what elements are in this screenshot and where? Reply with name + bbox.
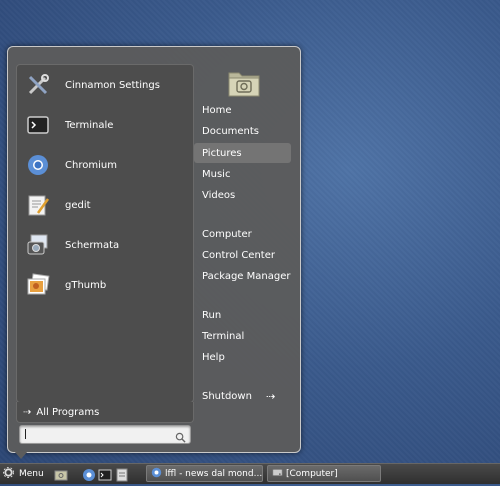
image-viewer-icon	[25, 272, 51, 298]
place-label: Documents	[202, 125, 260, 137]
taskbar-window-browser[interactable]: lffl - news dal mond...	[146, 465, 263, 482]
window-title: lffl - news dal mond...	[165, 468, 263, 479]
shutdown-label: Shutdown	[202, 390, 252, 402]
terminal-icon	[25, 112, 51, 138]
arrow-right-icon: ⇢	[23, 406, 32, 418]
app-schermata[interactable]: Schermata	[25, 228, 191, 262]
shutdown-button[interactable]: Shutdown ⇢	[194, 386, 291, 406]
action-run[interactable]: Run	[194, 305, 291, 325]
place-music[interactable]: Music	[194, 164, 291, 184]
favorites-pane: Cinnamon Settings Terminale Chromium ged…	[16, 64, 194, 403]
place-label: Videos	[202, 189, 236, 201]
app-label: Schermata	[65, 239, 120, 251]
search-icon	[175, 428, 186, 447]
arrow-right-icon: ⇢	[265, 389, 276, 403]
document-viewer-icon[interactable]	[115, 467, 129, 482]
app-chromium[interactable]: Chromium	[25, 148, 191, 182]
app-label: Cinnamon Settings	[65, 79, 160, 91]
text-cursor	[25, 429, 26, 439]
folder-camera-icon[interactable]	[54, 467, 68, 481]
place-home[interactable]: Home	[194, 100, 291, 120]
app-cinnamon-settings[interactable]: Cinnamon Settings	[25, 68, 191, 102]
place-label: Home	[202, 104, 232, 116]
drive-icon	[272, 467, 283, 481]
app-label: Chromium	[65, 159, 117, 171]
action-terminal[interactable]: Terminal	[194, 326, 291, 346]
place-pictures[interactable]: Pictures	[194, 143, 291, 163]
search-input[interactable]	[19, 425, 191, 444]
app-gthumb[interactable]: gThumb	[25, 268, 191, 302]
menu-label: Menu	[19, 469, 44, 479]
app-gedit[interactable]: gedit	[25, 188, 191, 222]
action-label: Help	[202, 351, 225, 363]
pictures-folder-icon	[227, 68, 261, 102]
app-label: gedit	[65, 199, 91, 211]
system-label: Computer	[202, 228, 252, 240]
taskbar-window-computer[interactable]: [Computer]	[267, 465, 381, 482]
action-label: Run	[202, 309, 222, 321]
menu-button[interactable]: Menu	[3, 466, 44, 482]
action-help[interactable]: Help	[194, 347, 291, 367]
system-label: Package Manager	[202, 270, 291, 282]
place-videos[interactable]: Videos	[194, 185, 291, 205]
action-label: Terminal	[202, 330, 245, 342]
taskbar: Menu lffl - news dal mond... [Computer]	[0, 463, 500, 484]
place-label: Pictures	[202, 147, 242, 159]
place-documents[interactable]: Documents	[194, 121, 291, 141]
app-terminale[interactable]: Terminale	[25, 108, 191, 142]
chromium-icon	[151, 467, 162, 481]
all-programs-label: All Programs	[36, 406, 100, 418]
place-label: Music	[202, 168, 231, 180]
system-label: Control Center	[202, 249, 275, 261]
chromium-icon[interactable]	[82, 467, 96, 481]
app-label: gThumb	[65, 279, 107, 291]
all-programs-button[interactable]: ⇢ All Programs	[16, 402, 194, 423]
menu-pointer	[14, 451, 28, 459]
settings-tools-icon	[25, 72, 51, 98]
system-computer[interactable]: Computer	[194, 224, 291, 244]
text-editor-icon	[25, 192, 51, 218]
terminal-icon[interactable]	[98, 467, 112, 481]
window-title: [Computer]	[286, 468, 338, 479]
system-control-center[interactable]: Control Center	[194, 245, 291, 265]
chromium-icon	[25, 152, 51, 178]
cinnamon-menu: Cinnamon Settings Terminale Chromium ged…	[7, 46, 301, 453]
gear-icon	[3, 467, 14, 481]
app-label: Terminale	[65, 119, 114, 131]
system-package-manager[interactable]: Package Manager	[194, 266, 298, 286]
screenshot-icon	[25, 232, 51, 258]
